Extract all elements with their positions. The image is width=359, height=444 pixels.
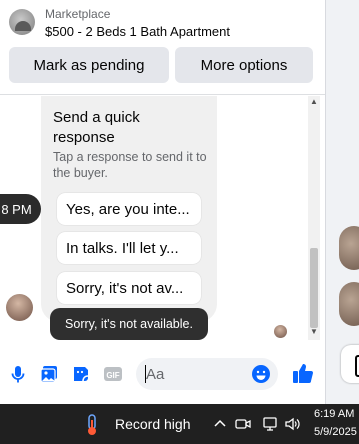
listing-title[interactable]: $500 - 2 Beds 1 Bath Apartment — [45, 24, 230, 39]
thumbs-up-icon[interactable] — [292, 362, 314, 384]
seen-indicator-avatar — [274, 325, 287, 338]
scrollbar-thumb[interactable] — [310, 248, 318, 328]
scroll-up-arrow[interactable]: ▲ — [310, 98, 318, 106]
clock-time[interactable]: 6:19 AM — [314, 408, 354, 420]
network-icon[interactable] — [262, 416, 278, 432]
message-time-label: 8 PM — [0, 194, 41, 224]
quick-response-title: Send a quick response — [53, 109, 140, 146]
microphone-icon[interactable] — [8, 364, 28, 384]
sender-avatar — [6, 294, 33, 321]
sticker-icon[interactable] — [71, 364, 91, 384]
quick-response-option[interactable]: In talks. I'll let y... — [57, 232, 201, 264]
gif-icon[interactable]: GIF — [103, 364, 123, 384]
camera-icon[interactable] — [235, 416, 251, 432]
speaker-icon[interactable] — [284, 416, 300, 432]
thermometer-icon[interactable] — [86, 414, 98, 436]
text-caret — [145, 365, 146, 383]
weather-label[interactable]: Record high — [115, 416, 191, 432]
quick-response-option[interactable]: Yes, are you inte... — [57, 193, 201, 225]
side-contact-avatar[interactable] — [339, 282, 359, 326]
header-kicker: Marketplace — [45, 7, 111, 21]
chevron-up-icon[interactable] — [213, 417, 227, 431]
svg-text:GIF: GIF — [106, 371, 119, 380]
quick-response-subtitle: Tap a response to send it to the buyer. — [53, 150, 207, 180]
messenger-window: Marketplace $500 - 2 Beds 1 Bath Apartme… — [0, 0, 359, 444]
mark-as-pending-button[interactable]: Mark as pending — [9, 47, 169, 83]
side-contact-avatar[interactable] — [339, 226, 359, 270]
clock-date[interactable]: 5/9/2025 — [314, 426, 357, 438]
quick-response-option[interactable]: Sorry, it's not av... — [57, 272, 201, 304]
side-panel — [325, 0, 359, 404]
emoji-icon[interactable] — [251, 364, 271, 384]
response-tooltip: Sorry, it's not available. — [50, 308, 208, 340]
chat-header: Marketplace $500 - 2 Beds 1 Bath Apartme… — [0, 0, 325, 95]
more-options-button[interactable]: More options — [175, 47, 313, 83]
buyer-avatar[interactable] — [9, 9, 35, 35]
side-action-button[interactable] — [341, 345, 359, 383]
photo-icon[interactable] — [39, 364, 59, 384]
scroll-down-arrow[interactable]: ▼ — [310, 328, 318, 336]
